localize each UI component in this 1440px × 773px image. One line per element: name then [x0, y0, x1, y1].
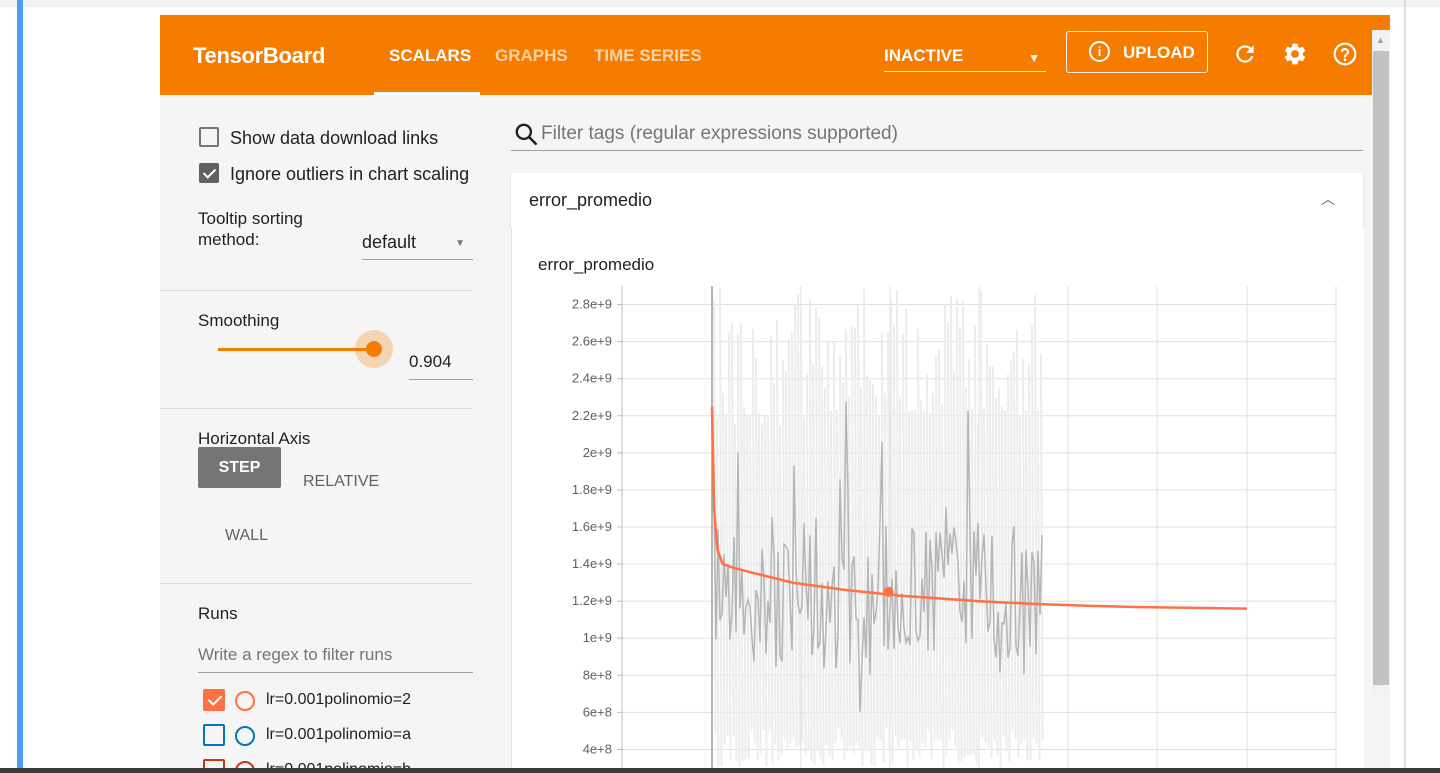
- ignore-outliers-checkbox[interactable]: [199, 163, 219, 183]
- chart-plot[interactable]: 4e+8 6e+8 8e+8 1e+9 1.2e+9 1.4e+9 1.6e+9 1.8e+9…: [512, 228, 1364, 773]
- horizontal-axis-label: Horizontal Axis: [198, 429, 311, 448]
- y-tick-label: 2e+9: [583, 445, 612, 460]
- run-label-polinomio-a: lr=0.001polinomio=a: [266, 726, 411, 743]
- y-tick-label: 4e+8: [583, 741, 612, 756]
- info-icon: i: [1089, 41, 1110, 62]
- scroll-up-arrow-icon[interactable]: ▲: [1376, 35, 1385, 45]
- runs-filter-input[interactable]: Write a regex to filter runs: [198, 641, 473, 673]
- ignore-outliers-label: Ignore outliers in chart scaling: [230, 164, 470, 184]
- raw-series-faded: [713, 287, 1044, 768]
- main-panel: error_promedio ︿ error_promedio 4e+8 6e+8…: [473, 95, 1390, 773]
- run-status-select[interactable]: INACTIVE ▼: [884, 45, 1046, 72]
- y-tick-label: 1.8e+9: [572, 482, 612, 497]
- upload-button[interactable]: i UPLOAD: [1066, 31, 1208, 73]
- tab-graphs[interactable]: GRAPHS: [495, 46, 568, 66]
- y-tick-label: 2.8e+9: [572, 297, 612, 312]
- browser-top-strip: [0, 0, 1440, 7]
- hover-point-marker: [883, 586, 894, 597]
- help-icon[interactable]: [1332, 41, 1358, 67]
- run-status-value: INACTIVE: [884, 46, 964, 65]
- y-tick-label: 6e+8: [583, 704, 612, 719]
- smoothing-value: 0.904: [409, 352, 452, 371]
- chevron-up-icon[interactable]: ︿: [1321, 189, 1335, 209]
- y-tick-label: 8e+8: [583, 667, 612, 682]
- upload-label: UPLOAD: [1123, 43, 1195, 62]
- y-tick-label: 2.2e+9: [572, 408, 612, 423]
- tooltip-sorting-select[interactable]: default ▼: [362, 229, 473, 260]
- y-tick-label: 1.4e+9: [572, 556, 612, 571]
- run-checkbox-polinomio-2[interactable]: [203, 689, 225, 711]
- tab-time-series[interactable]: TIME SERIES: [594, 46, 702, 66]
- brand-logo-text: TensorBoard: [193, 43, 325, 68]
- section-divider: [160, 290, 473, 291]
- smoothing-value-input[interactable]: 0.904: [409, 349, 473, 380]
- tag-filter-input[interactable]: [539, 119, 1343, 149]
- y-tick-label: 2.4e+9: [572, 371, 612, 386]
- runs-filter-placeholder: Write a regex to filter runs: [198, 645, 393, 664]
- bottom-edge-bar: [0, 768, 1440, 773]
- axis-relative-button[interactable]: RELATIVE: [303, 473, 379, 491]
- section-divider: [160, 583, 473, 584]
- smoothing-label: Smoothing: [198, 311, 280, 330]
- tag-filter[interactable]: [511, 117, 1363, 151]
- chart-card-title: error_promedio: [529, 190, 653, 210]
- tensorboard-app: TensorBoard SCALARS GRAPHS TIME SERIES I…: [160, 15, 1390, 773]
- run-color-icon[interactable]: [235, 726, 255, 746]
- smoothing-slider-thumb[interactable]: [366, 341, 382, 357]
- run-color-icon[interactable]: [235, 691, 255, 711]
- tooltip-sorting-arrow-icon: ▼: [455, 238, 465, 249]
- left-accent-bar: [17, 0, 23, 773]
- settings-gear-icon[interactable]: [1282, 41, 1308, 67]
- smoothing-slider-track[interactable]: [218, 348, 373, 351]
- y-tick-label: 1.6e+9: [572, 519, 612, 534]
- dropdown-arrow-icon: ▼: [1028, 51, 1040, 65]
- show-download-links-label: Show data download links: [230, 128, 439, 148]
- right-edge-border: [1404, 0, 1406, 773]
- tooltip-sorting-value: default: [362, 232, 417, 252]
- tab-scalars[interactable]: SCALARS: [389, 46, 471, 66]
- y-tick-label: 1e+9: [583, 630, 612, 645]
- tooltip-sorting-label-line2: method:: [198, 230, 260, 249]
- tooltip-sorting-label-line1: Tooltip sorting: [198, 209, 303, 228]
- chart-card: error_promedio 4e+8 6e+8 8e+8 1e+9 1.2e+9 1.4…: [511, 228, 1364, 773]
- axis-wall-button[interactable]: WALL: [225, 527, 268, 545]
- axis-step-button[interactable]: STEP: [198, 447, 281, 488]
- run-checkbox-polinomio-a[interactable]: [203, 724, 225, 746]
- section-divider: [160, 408, 473, 409]
- show-download-links-checkbox[interactable]: [199, 127, 219, 147]
- y-tick-label: 1.2e+9: [572, 593, 612, 608]
- scrollbar-thumb[interactable]: [1373, 51, 1389, 685]
- chart-card-header[interactable]: error_promedio ︿: [511, 173, 1363, 228]
- sidebar: Show data download links Ignore outliers…: [160, 95, 473, 773]
- run-label-polinomio-2: lr=0.001polinomio=2: [266, 691, 411, 708]
- header-toolbar: TensorBoard SCALARS GRAPHS TIME SERIES I…: [160, 15, 1390, 95]
- search-icon: [515, 123, 538, 146]
- refresh-icon[interactable]: [1232, 41, 1258, 67]
- y-tick-label: 2.6e+9: [572, 334, 612, 349]
- runs-label: Runs: [198, 604, 238, 623]
